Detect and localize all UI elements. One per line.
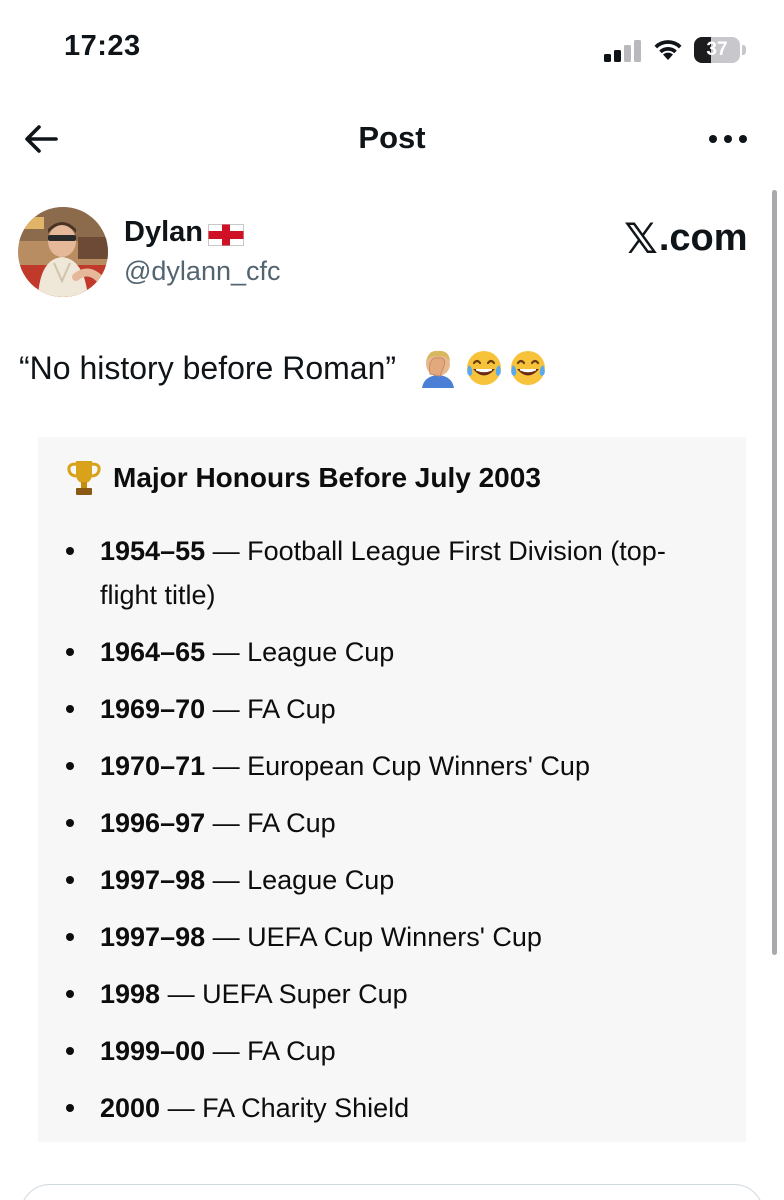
x-com-watermark: 𝕏 .com: [624, 214, 748, 263]
laughing-emoji: [511, 351, 546, 385]
scrollbar[interactable]: [772, 190, 777, 955]
battery-level: 37: [706, 39, 728, 60]
more-horizontal-icon[interactable]: [702, 118, 754, 160]
honour-season: 1964–65: [100, 637, 206, 667]
honours-card[interactable]: Major Honours Before July 2003 1954–55 —…: [38, 437, 746, 1142]
list-item: 1997–98 — UEFA Cup Winners' Cup: [38, 915, 746, 959]
list-item: 1999–00 — FA Cup: [38, 1029, 746, 1073]
avatar[interactable]: [18, 207, 108, 297]
trophy-icon: [67, 461, 101, 495]
battery-icon: 37: [694, 37, 746, 63]
bullet-icon: [66, 819, 74, 827]
page-title: Post: [358, 120, 426, 155]
honour-season: 2000: [100, 1093, 161, 1123]
status-time: 17:23: [64, 30, 141, 62]
bullet-icon: [66, 990, 74, 998]
bullet-icon: [66, 933, 74, 941]
honour-title: — FA Cup: [205, 808, 336, 838]
honour-season: 1997–98: [100, 922, 206, 952]
author-handle[interactable]: @dylann_cfc: [124, 256, 281, 287]
status-bar: 17:23 37: [0, 0, 784, 100]
list-item: 1954–55 — Football League First Division…: [38, 529, 746, 617]
post-text-content: “No history before Roman”: [19, 349, 397, 386]
honour-season: 1996–97: [100, 808, 206, 838]
list-item: 1997–98 — League Cup: [38, 858, 746, 902]
honour-title: — League Cup: [205, 637, 395, 667]
honour-season: 1970–71: [100, 751, 206, 781]
bullet-icon: [66, 1047, 74, 1055]
honour-season: 1969–70: [100, 694, 206, 724]
bullet-icon: [66, 705, 74, 713]
bullet-icon: [66, 648, 74, 656]
card-title: Major Honours Before July 2003: [113, 462, 541, 493]
honour-title: — European Cup Winners' Cup: [205, 751, 590, 781]
list-item: 1969–70 — FA Cup: [38, 687, 746, 731]
honour-title: — FA Cup: [205, 694, 336, 724]
list-item: 1970–71 — European Cup Winners' Cup: [38, 744, 746, 788]
list-item: 2000 — FA Charity Shield: [38, 1086, 746, 1130]
list-item: 1964–65 — League Cup: [38, 630, 746, 674]
honours-list: 1954–55 — Football League First Division…: [38, 529, 746, 1143]
list-item: 1998 — UEFA Super Cup: [38, 972, 746, 1016]
post-screen: 17:23 37 Post Dylan @dylann_cfc 𝕏 .com “…: [0, 0, 784, 1200]
author-name[interactable]: Dylan: [124, 216, 203, 249]
honour-title: — FA Charity Shield: [160, 1093, 410, 1123]
bullet-icon: [66, 1104, 74, 1112]
list-item: 1996–97 — FA Cup: [38, 801, 746, 845]
honour-title: — FA Cup: [205, 1036, 336, 1066]
bullet-icon: [66, 547, 74, 555]
watermark-text: .com: [658, 217, 748, 259]
post-text: “No history before Roman”: [19, 348, 548, 388]
honour-season: 1998: [100, 979, 161, 1009]
england-flag-icon: [208, 224, 244, 246]
honour-title: — League Cup: [205, 865, 395, 895]
honour-season: 1997–98: [100, 865, 206, 895]
reply-input[interactable]: [20, 1184, 764, 1200]
laughing-emoji: [467, 351, 502, 385]
bullet-icon: [66, 762, 74, 770]
honour-season: 1999–00: [100, 1036, 206, 1066]
card-heading: Major Honours Before July 2003: [67, 459, 541, 497]
bullet-icon: [66, 876, 74, 884]
cellular-signal-icon: [604, 40, 644, 62]
wifi-icon: [654, 40, 682, 60]
honour-season: 1954–55: [100, 536, 206, 566]
facepalm-emoji: [422, 350, 455, 388]
honour-title: — UEFA Cup Winners' Cup: [205, 922, 542, 952]
honour-title: — UEFA Super Cup: [160, 979, 408, 1009]
x-logo-icon: 𝕏: [624, 214, 658, 263]
